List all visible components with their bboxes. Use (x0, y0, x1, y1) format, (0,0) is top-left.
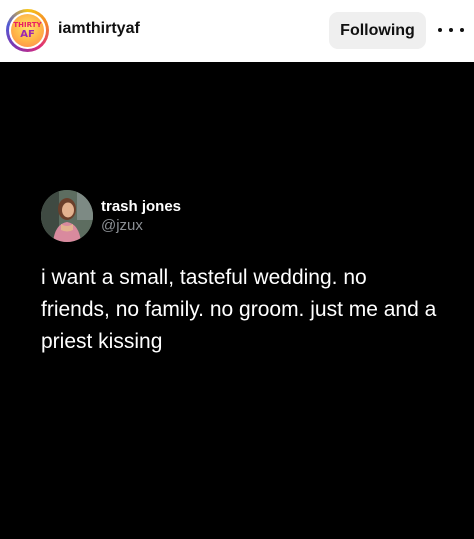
tweet-handle: @jzux (101, 217, 143, 234)
tweet-author-avatar (41, 190, 93, 242)
following-button[interactable]: Following (329, 12, 426, 49)
tweet-display-name: trash jones (101, 198, 182, 215)
person-photo-icon (41, 190, 93, 242)
tweet-text: i want a small, tasteful wedding. no fri… (41, 266, 437, 353)
profile-avatar[interactable]: THIRTY AF (6, 9, 49, 52)
post-header: THIRTY AF iamthirtyaf Following (0, 0, 474, 62)
username-link[interactable]: iamthirtyaf (58, 20, 140, 38)
more-options-icon[interactable] (438, 18, 464, 42)
thirty-af-logo: THIRTY AF (11, 14, 44, 47)
